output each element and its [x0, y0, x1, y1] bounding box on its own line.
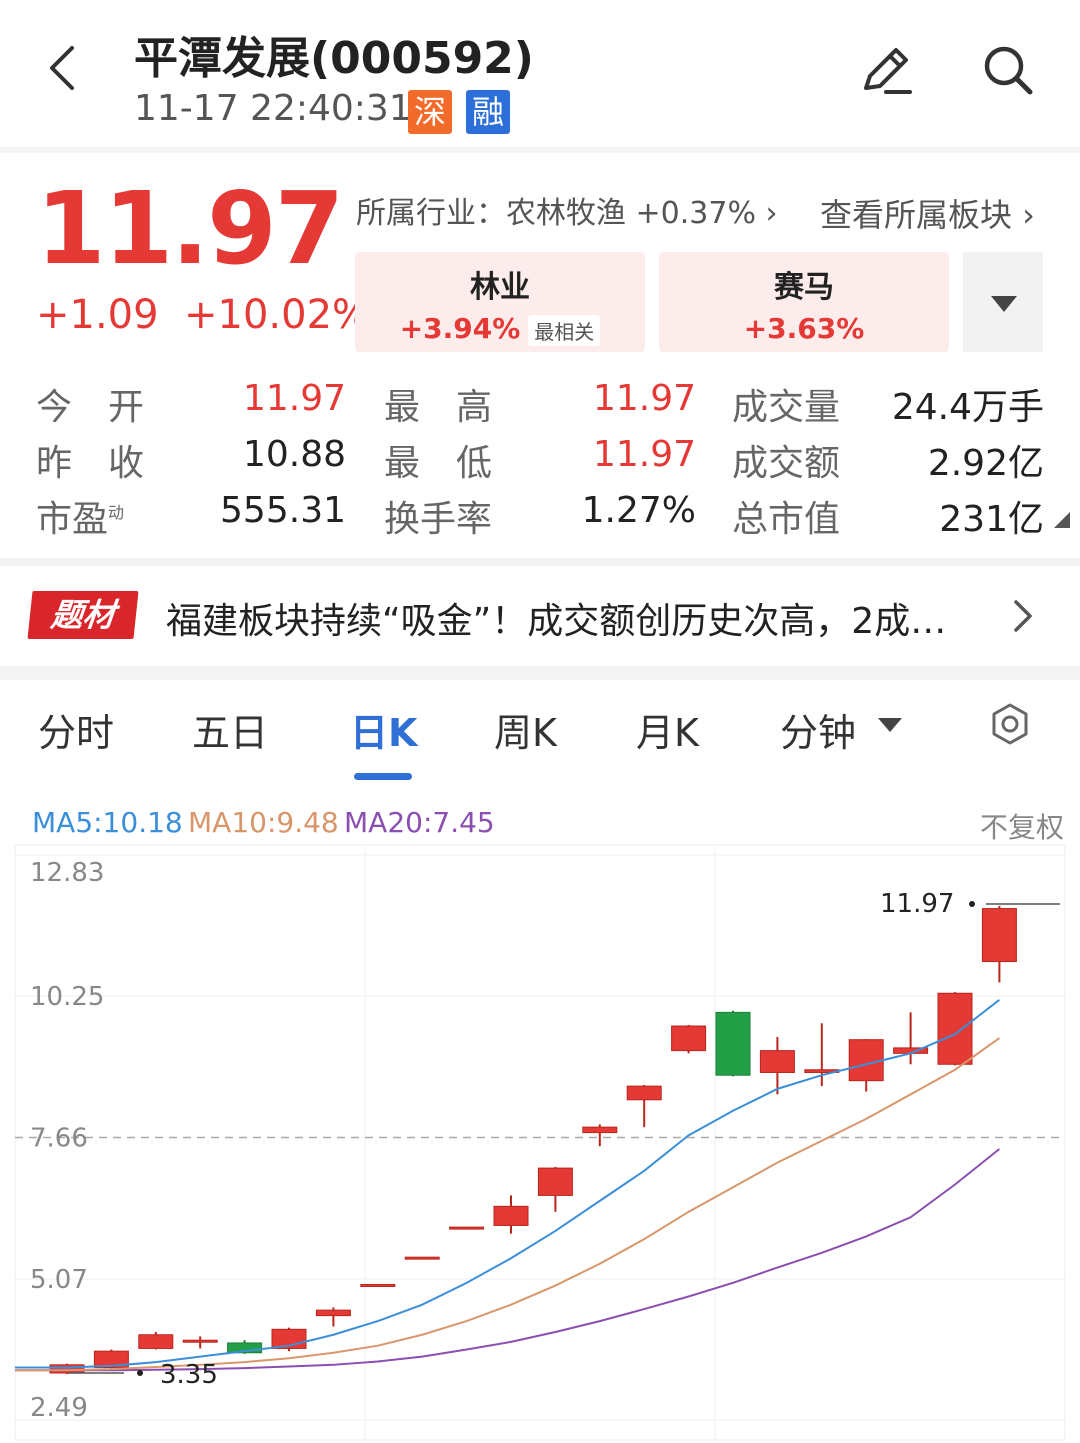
candle-body	[138, 1334, 174, 1349]
market-cap-value: 231亿	[939, 499, 1044, 540]
candle-body	[937, 992, 973, 1065]
low-value: 11.97	[592, 434, 696, 475]
news-headline[interactable]: 福建板块持续“吸金”！成交额创历史次高，2成…	[166, 592, 986, 644]
quote-datetime: 11-17 22:40:31	[134, 88, 412, 129]
divider	[0, 147, 1080, 153]
divider	[0, 558, 1080, 566]
back-icon[interactable]	[40, 38, 90, 98]
settings-icon[interactable]	[988, 702, 1032, 746]
low-label: 最 低	[384, 443, 493, 484]
exchange-badge: 深	[408, 90, 452, 134]
min-price-label: 3.35	[160, 1360, 218, 1390]
high-label: 最 高	[384, 387, 493, 428]
y-tick-label: 2.49	[30, 1393, 88, 1423]
chevron-down-icon	[991, 296, 1017, 312]
current-price: 11.97	[36, 170, 344, 287]
most-related-badge: 最相关	[528, 314, 601, 346]
margin-badge: 融	[466, 90, 510, 134]
open-label: 今 开	[36, 387, 145, 428]
high-value: 11.97	[592, 378, 696, 419]
prev-close-label: 昨 收	[36, 443, 145, 484]
y-tick-label: 5.07	[30, 1265, 88, 1295]
volume-label: 成交量	[732, 387, 841, 428]
topic-badge: 题材	[27, 591, 139, 639]
y-tick-label: 10.25	[30, 982, 104, 1012]
search-icon[interactable]	[978, 40, 1038, 100]
sector-tag-horse-racing[interactable]: 赛马 +3.63%	[659, 252, 949, 352]
app-header: 平潭发展(000592) 11-17 22:40:31 深 融	[0, 0, 1080, 148]
tag-name: 林业	[470, 270, 530, 305]
tab-monthly-k[interactable]: 月K	[636, 702, 699, 757]
max-price-label: 11.97	[880, 889, 954, 919]
pe-label: 市盈动	[36, 490, 124, 542]
candle-body	[582, 1126, 618, 1134]
expand-stats-icon[interactable]	[1054, 512, 1070, 528]
chart-frame	[14, 844, 1066, 1441]
candle-body	[981, 908, 1017, 963]
y-tick-label: 12.83	[30, 858, 104, 888]
candle-body	[626, 1085, 662, 1101]
market-cap-label: 总市值	[732, 499, 841, 540]
ma10-line	[15, 1037, 1000, 1372]
ma10-legend: MA10:9.48	[188, 806, 339, 839]
more-tags-button[interactable]	[963, 252, 1043, 352]
y-tick-label: 7.66	[30, 1124, 88, 1154]
candle-body	[360, 1283, 396, 1287]
candle-body	[449, 1226, 485, 1230]
candle-body	[49, 1364, 85, 1374]
open-value: 11.97	[242, 378, 346, 419]
candle-body	[182, 1339, 218, 1343]
turnover-label: 换手率	[384, 499, 493, 540]
view-sector-link[interactable]: 查看所属板块 ›	[820, 190, 1035, 236]
stock-title: 平潭发展(000592)	[134, 33, 534, 84]
pe-value: 555.31	[220, 490, 346, 531]
candle-body	[848, 1039, 884, 1082]
industry-link[interactable]: 所属行业：农林牧渔 +0.37% ›	[356, 188, 778, 232]
pe-dynamic-sup: 动	[108, 503, 125, 522]
chevron-right-icon[interactable]	[1008, 596, 1038, 636]
amount-label: 成交额	[732, 443, 841, 484]
tab-weekly-k[interactable]: 周K	[494, 702, 557, 757]
candlestick-chart[interactable]: 12.83 10.25 7.66 5.07 2.49 11.97 3.35	[0, 840, 1080, 1443]
ma20-legend: MA20:7.45	[344, 806, 495, 839]
candle-body	[759, 1050, 795, 1073]
price-change: +1.09 +10.02%	[36, 292, 370, 338]
candle-body	[404, 1256, 440, 1260]
max-price-dot	[969, 900, 975, 907]
tab-intraday[interactable]: 分时	[38, 702, 114, 757]
tab-daily-k[interactable]: 日K	[350, 702, 417, 757]
tab-minute[interactable]: 分钟	[780, 702, 856, 757]
candle-body	[315, 1309, 351, 1317]
prev-close-value: 10.88	[242, 434, 346, 475]
candle-body	[537, 1167, 573, 1196]
tag-name: 赛马	[774, 270, 834, 305]
sector-tag-forestry[interactable]: 林业 +3.94% 最相关	[355, 252, 645, 352]
turnover-value: 1.27%	[581, 490, 696, 531]
candle-body	[671, 1025, 707, 1052]
tag-percent: +3.63%	[743, 312, 865, 345]
min-price-dot	[137, 1370, 143, 1377]
chevron-down-icon[interactable]	[878, 718, 902, 732]
change-value: +1.09	[36, 292, 159, 338]
candle-body	[715, 1011, 751, 1076]
tag-percent: +3.94%	[399, 312, 521, 345]
change-percent: +10.02%	[184, 292, 371, 338]
amount-value: 2.92亿	[927, 443, 1044, 484]
edit-icon[interactable]	[856, 40, 916, 100]
volume-value: 24.4万手	[891, 387, 1044, 428]
ma5-legend: MA5:10.18	[32, 806, 183, 839]
candle-body	[493, 1205, 529, 1226]
divider	[0, 666, 1080, 680]
pe-label-text: 市盈	[36, 499, 109, 540]
tab-five-day[interactable]: 五日	[192, 702, 268, 757]
active-tab-indicator	[354, 773, 412, 780]
